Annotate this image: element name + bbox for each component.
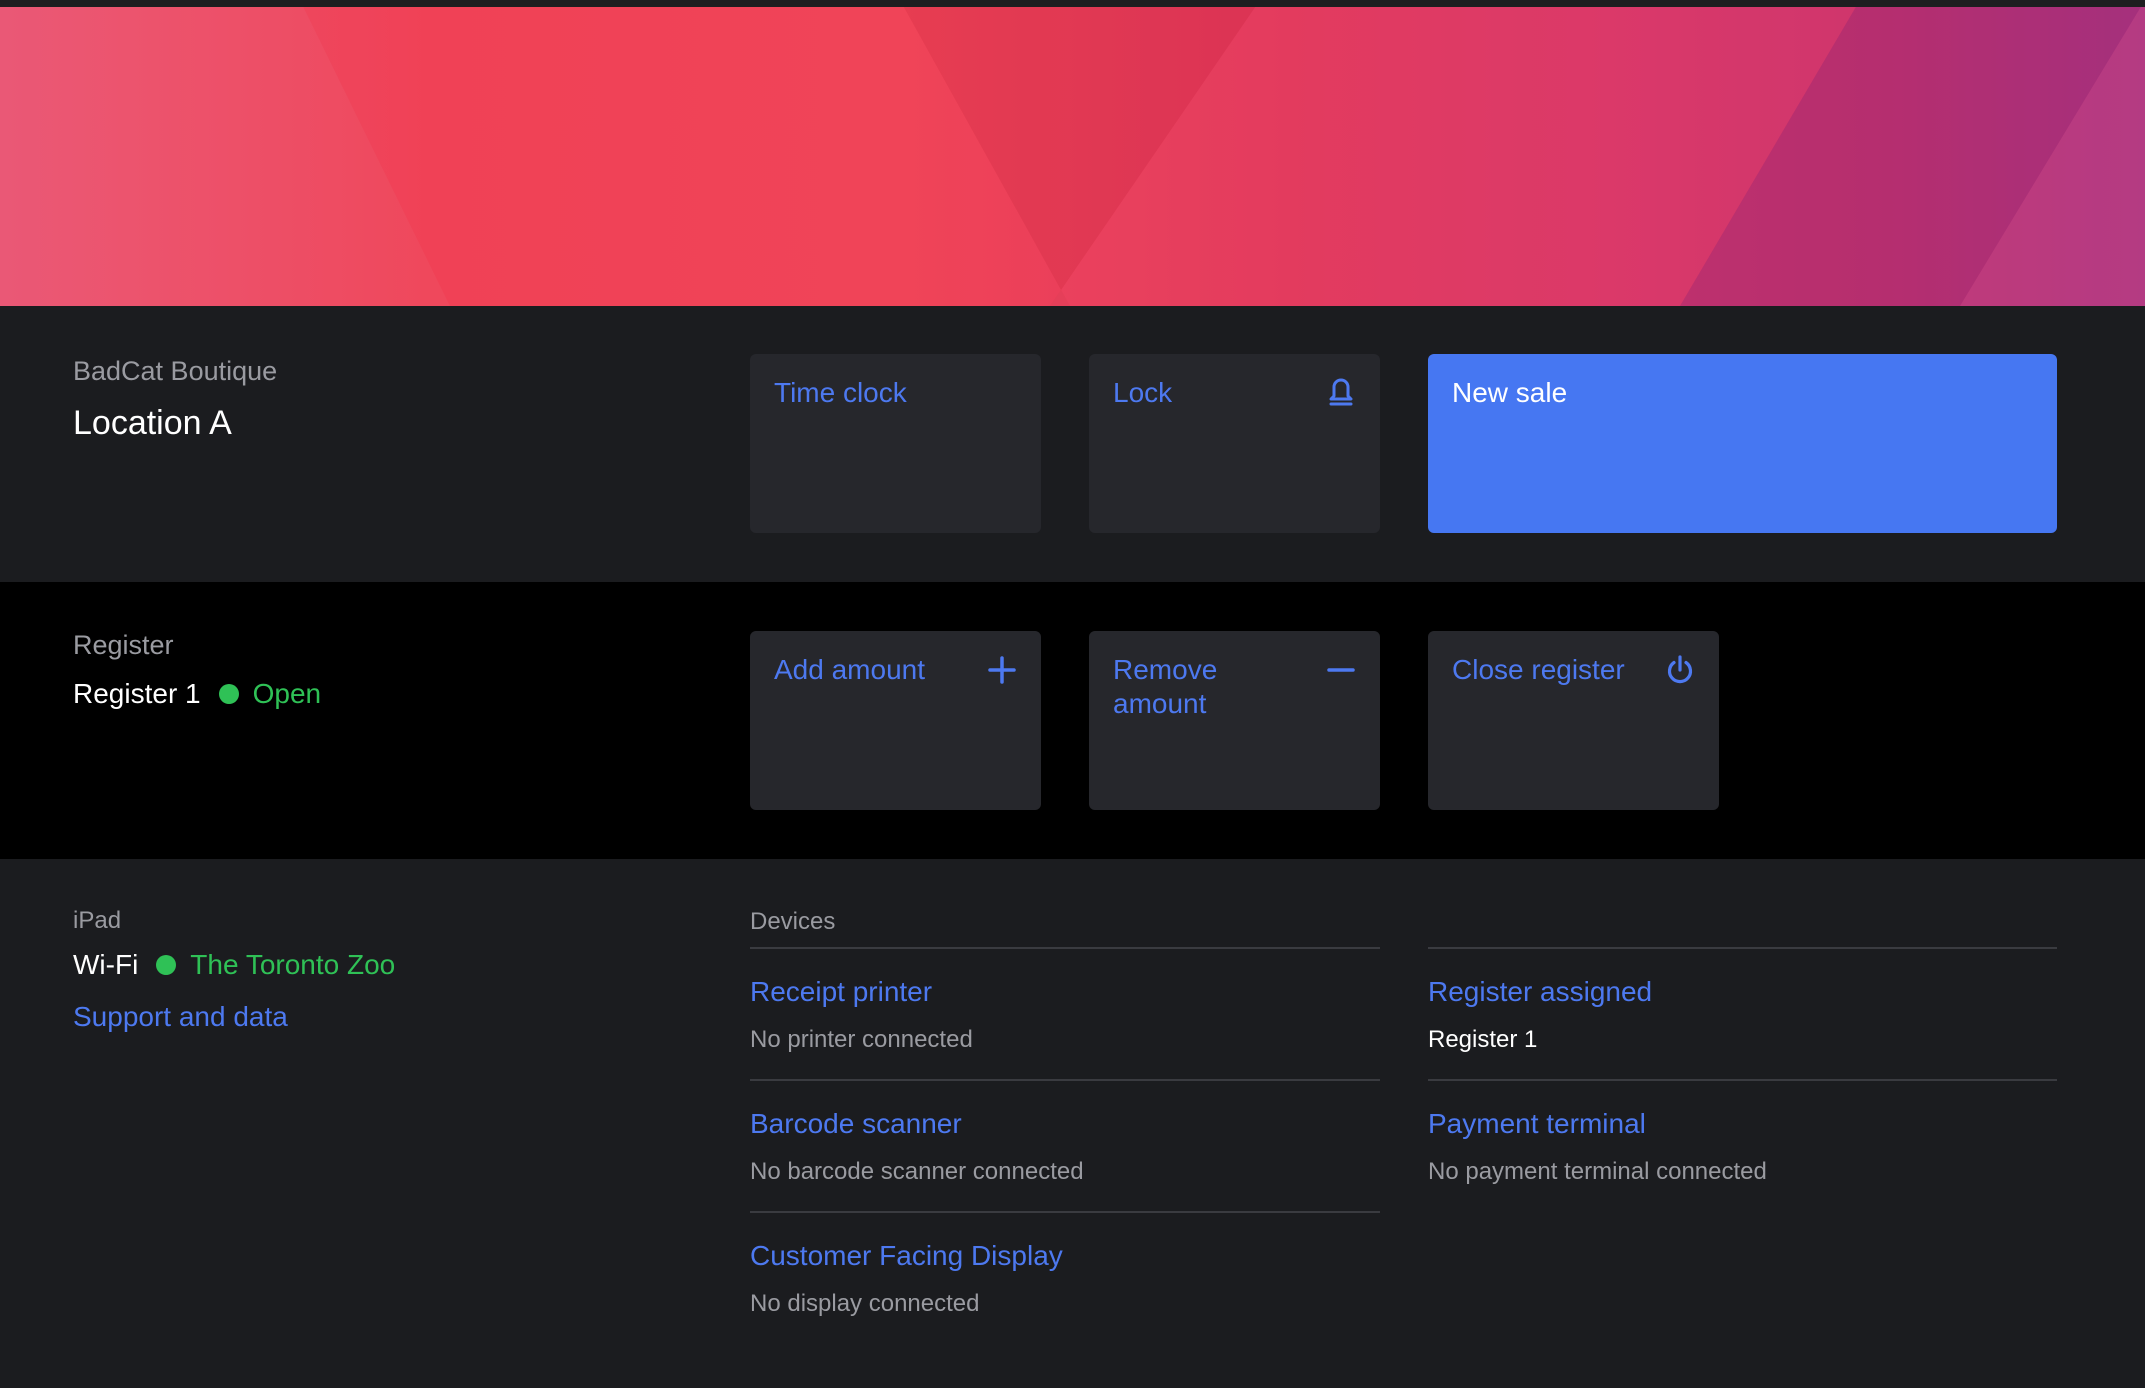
support-and-data-link[interactable]: Support and data [73,1001,288,1033]
banner-pattern [0,0,2145,306]
divider [750,1079,1380,1081]
wifi-network: The Toronto Zoo [190,949,396,980]
barcode-scanner-status: No barcode scanner connected [750,1158,1084,1185]
wifi-status-line: Wi-Fi The Toronto Zoo [73,949,395,981]
register-section: Register Register 1 Open Add amount Remo… [0,582,2145,859]
location-section: BadCat Boutique Location A Time clock Lo… [0,306,2145,582]
remove-amount-label: Remove amount [1113,654,1218,719]
devices-heading: Devices [750,908,836,935]
customer-display-status: No display connected [750,1290,980,1317]
register-name: Register 1 [73,678,201,709]
receipt-printer-link[interactable]: Receipt printer [750,976,932,1008]
remove-amount-button[interactable]: Remove amount [1089,631,1380,810]
store-name: BadCat Boutique [73,356,278,386]
plus-icon [988,656,1016,684]
power-icon [1667,655,1693,684]
new-sale-label: New sale [1452,377,1568,408]
add-amount-label: Add amount [774,654,925,685]
register-assigned-link[interactable]: Register assigned [1428,976,1652,1008]
time-clock-label: Time clock [774,377,907,408]
divider [750,947,1380,949]
add-amount-button[interactable]: Add amount [750,631,1041,810]
open-status-dot [218,684,239,704]
register-assigned-value: Register 1 [1428,1026,1538,1053]
new-sale-button[interactable]: New sale [1428,354,2057,533]
minus-icon [1327,668,1355,672]
wifi-label: Wi-Fi [73,949,139,980]
divider [1428,1079,2057,1081]
lock-icon [1329,378,1353,406]
lock-button[interactable]: Lock [1089,354,1380,533]
close-register-label: Close register [1452,654,1625,685]
register-eyebrow: Register [73,630,174,660]
register-status: Open [252,678,322,709]
top-border [0,0,2145,7]
customer-display-link[interactable]: Customer Facing Display [750,1240,1063,1272]
header-banner [0,0,2145,306]
lock-label: Lock [1113,377,1173,408]
ipad-eyebrow: iPad [73,907,122,934]
time-clock-button[interactable]: Time clock [750,354,1041,533]
payment-terminal-link[interactable]: Payment terminal [1428,1108,1646,1140]
divider [1428,947,2057,949]
close-register-button[interactable]: Close register [1428,631,1719,810]
register-status-line: Register 1 Open [73,678,321,710]
payment-terminal-status: No payment terminal connected [1428,1158,1767,1185]
wifi-status-dot [156,955,177,975]
receipt-printer-status: No printer connected [750,1026,973,1053]
location-name: Location A [73,404,232,442]
ipad-section: iPad Wi-Fi The Toronto Zoo Support and d… [0,859,2145,1388]
divider [750,1211,1380,1213]
barcode-scanner-link[interactable]: Barcode scanner [750,1108,962,1140]
